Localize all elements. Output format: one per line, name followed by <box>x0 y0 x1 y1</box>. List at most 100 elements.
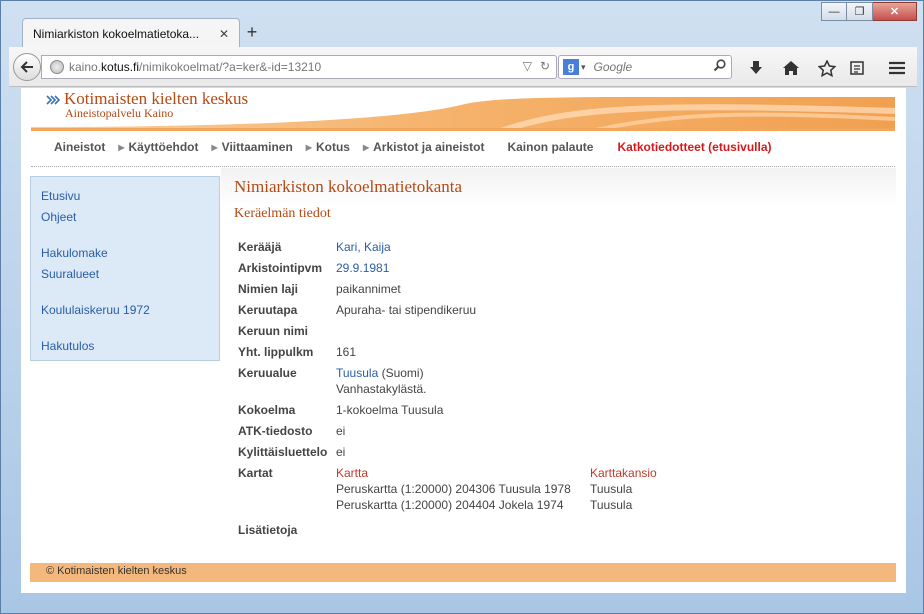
map-name: Peruskartta (1:20000) 204306 Tuusula 197… <box>336 482 571 496</box>
field-value <box>333 321 660 342</box>
page-title: Nimiarkiston kokoelmatietokanta <box>234 177 463 196</box>
sidebar-item-suuralueet[interactable]: Suuralueet <box>41 264 219 285</box>
reload-icon[interactable]: ↻ <box>540 59 550 73</box>
nav-viittaaminen[interactable]: Viittaaminen <box>222 140 293 154</box>
field-label: ATK-tiedosto <box>238 424 313 438</box>
google-search-engine-icon[interactable]: g <box>563 59 579 75</box>
sidebar-item-koululaiskeruu[interactable]: Koululaiskeruu 1972 <box>41 300 219 321</box>
sidebar-item-etusivu[interactable]: Etusivu <box>41 186 219 207</box>
sidebar-item-ohjeet[interactable]: Ohjeet <box>41 207 219 228</box>
nav-arrow-icon: ▶ <box>362 142 370 152</box>
sidebar: Etusivu Ohjeet Hakulomake Suuralueet Kou… <box>30 176 220 361</box>
table-row: Yht. lippulkm 161 <box>235 342 660 363</box>
footer: © Kotimaisten kielten keskus <box>30 563 896 582</box>
nav-kayttoehdot[interactable]: Käyttöehdot <box>129 140 199 154</box>
home-icon[interactable] <box>780 57 802 79</box>
map-folder: Tuusula <box>590 482 633 496</box>
window-controls: — ❐ ✕ <box>821 2 917 21</box>
new-tab-button[interactable]: + <box>243 21 261 43</box>
table-row: Kartat Kartta Peruskartta (1:20000) 2043… <box>235 463 660 516</box>
field-value: ei <box>336 445 346 459</box>
collector-link[interactable]: Kari, Kaija <box>336 240 391 254</box>
field-label: Keruualue <box>238 366 297 380</box>
field-label: Kokoelma <box>238 403 296 417</box>
map-folder: Tuusula <box>590 498 633 512</box>
url-path: /nimikokoelmat/?a=ker&-id=13210 <box>139 60 322 74</box>
download-icon[interactable] <box>745 57 767 79</box>
nav-kotus[interactable]: Kotus <box>316 140 350 154</box>
table-row: Kerääjä Kari, Kaija <box>235 237 660 258</box>
reading-list-icon[interactable] <box>846 57 868 79</box>
details-table: Kerääjä Kari, Kaija Arkistointipvm 29.9.… <box>235 237 660 541</box>
browser-tab[interactable]: Nimiarkiston kokoelmatietoka... ✕ <box>22 18 240 48</box>
minimize-button[interactable]: — <box>821 2 847 21</box>
browser-window: — ❐ ✕ Nimiarkiston kokoelmatietoka... ✕ … <box>0 0 924 614</box>
maximize-button[interactable]: ❐ <box>847 2 873 21</box>
nav-aineistot[interactable]: Aineistot <box>54 140 105 154</box>
archive-date-link[interactable]: 29.9.1981 <box>336 261 389 275</box>
search-placeholder: Google <box>593 60 633 74</box>
divider <box>31 166 895 167</box>
nav-arrow-icon: ▶ <box>305 142 312 152</box>
table-row: Keruualue Tuusula (Suomi) Vanhastakyläst… <box>235 363 660 400</box>
table-row: ATK-tiedosto ei <box>235 421 660 442</box>
table-row: Kylittäisluettelo ei <box>235 442 660 463</box>
table-row: Kokoelma 1-kokoelma Tuusula <box>235 400 660 421</box>
top-navigation: Aineistot ▶ Käyttöehdot ▶ Viittaaminen ▶… <box>54 140 785 154</box>
menu-hamburger-icon[interactable] <box>886 57 908 79</box>
site-subtitle[interactable]: Aineistopalvelu Kaino <box>65 106 173 121</box>
field-label: Nimien laji <box>238 282 299 296</box>
field-label: Kerääjä <box>238 240 282 254</box>
tab-title: Nimiarkiston kokoelmatietoka... <box>33 26 200 41</box>
back-button[interactable] <box>13 53 41 81</box>
search-magnifier-icon[interactable] <box>713 59 726 75</box>
table-row: Nimien laji paikannimet <box>235 279 660 300</box>
nav-arkistot[interactable]: Arkistot ja aineistot <box>373 140 484 154</box>
back-arrow-icon <box>20 61 33 73</box>
field-value: paikannimet <box>336 282 401 296</box>
nav-arrow-icon: ▶ <box>118 142 125 152</box>
field-label: Lisätietoja <box>238 523 298 537</box>
nav-arrow-icon: ▶ <box>211 142 218 152</box>
field-label: Kartat <box>238 466 273 480</box>
field-value: Apuraha- tai stipendikeruu <box>336 303 477 317</box>
url-host: kotus.fi <box>101 60 140 74</box>
url-prefix: kaino. <box>69 60 102 74</box>
dropdown-triangle-icon[interactable]: ▽ <box>523 59 532 73</box>
nav-katkotiedotteet[interactable]: Katkotiedotteet (etusivulla) <box>617 140 771 154</box>
url-bar[interactable]: kaino. kotus.fi/nimikokoelmat/?a=ker&-id=… <box>41 55 557 79</box>
area-link[interactable]: Tuusula <box>336 366 378 380</box>
map-folder-column-header[interactable]: Karttakansio <box>590 466 657 480</box>
table-row: Keruutapa Apuraha- tai stipendikeruu <box>235 300 660 321</box>
field-value <box>333 516 660 541</box>
map-name: Peruskartta (1:20000) 204404 Jokela 1974 <box>336 498 564 512</box>
field-label: Keruutapa <box>238 303 298 317</box>
area-country: (Suomi) <box>378 366 424 380</box>
section-title: Keräelmän tiedot <box>234 206 331 221</box>
table-row: Keruun nimi <box>235 321 660 342</box>
field-value: 161 <box>336 345 357 359</box>
logo-arrows-icon <box>46 95 61 105</box>
area-detail: Vanhastakylästä. <box>336 382 427 396</box>
field-label: Arkistointipvm <box>238 261 323 275</box>
table-row: Arkistointipvm 29.9.1981 <box>235 258 660 279</box>
field-value: 1-kokoelma Tuusula <box>336 403 444 417</box>
web-page: Kotimaisten kielten keskus Aineistopalve… <box>21 88 906 593</box>
field-label: Keruun nimi <box>238 324 309 338</box>
globe-icon <box>50 60 64 74</box>
bookmark-star-icon[interactable] <box>816 57 838 79</box>
close-window-button[interactable]: ✕ <box>873 2 917 21</box>
tab-close-icon[interactable]: ✕ <box>219 27 229 41</box>
sidebar-item-hakulomake[interactable]: Hakulomake <box>41 243 219 264</box>
nav-kainon-palaute[interactable]: Kainon palaute <box>507 140 593 154</box>
table-row: Lisätietoja <box>235 516 660 541</box>
maps-column-header[interactable]: Kartta <box>336 466 368 480</box>
footer-copyright: © Kotimaisten kielten keskus <box>46 565 187 577</box>
search-bar[interactable]: g ▾ Google <box>558 55 732 79</box>
field-value: ei <box>336 424 346 438</box>
search-engine-dropdown-icon[interactable]: ▾ <box>581 62 586 73</box>
field-label: Kylittäisluettelo <box>238 445 328 459</box>
field-label: Yht. lippulkm <box>238 345 314 359</box>
navigation-toolbar: kaino. kotus.fi/nimikokoelmat/?a=ker&-id=… <box>9 47 917 87</box>
sidebar-item-hakutulos[interactable]: Hakutulos <box>41 336 219 357</box>
